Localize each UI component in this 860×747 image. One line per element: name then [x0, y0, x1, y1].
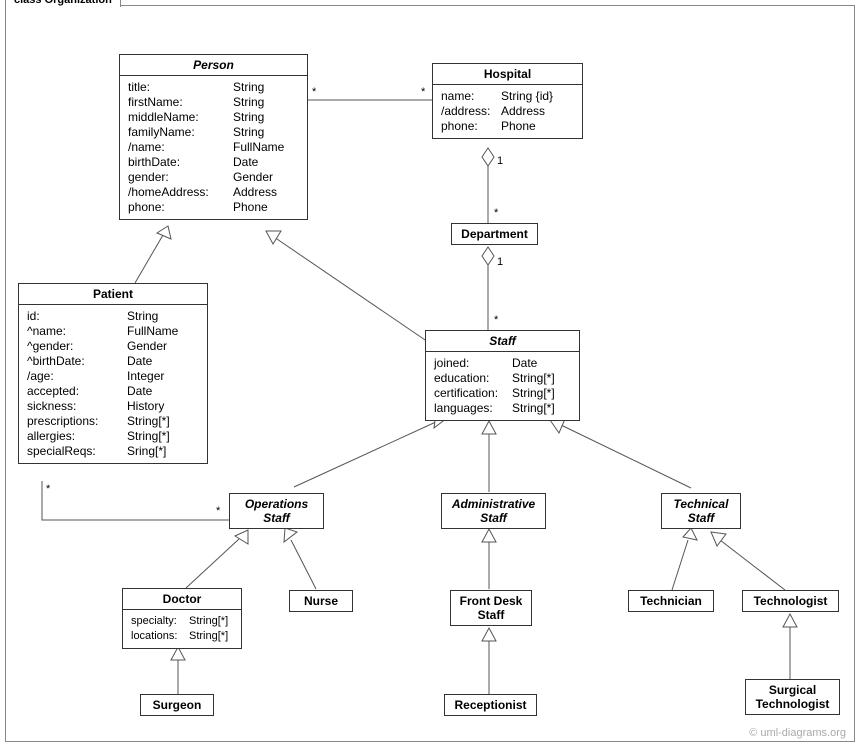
class-title: Doctor — [123, 589, 241, 610]
class-department: Department — [451, 223, 538, 245]
class-title: AdministrativeStaff — [442, 494, 545, 528]
class-surgical-technologist: SurgicalTechnologist — [745, 679, 840, 715]
multiplicity: 1 — [497, 256, 503, 268]
class-title: Front DeskStaff — [451, 591, 531, 625]
class-patient: Patient id:String^name:FullName^gender:G… — [18, 283, 208, 464]
watermark: © uml-diagrams.org — [749, 727, 846, 739]
class-surgeon: Surgeon — [140, 694, 214, 716]
class-title: Staff — [426, 331, 579, 352]
class-attributes: id:String^name:FullName^gender:Gender^bi… — [19, 305, 207, 463]
multiplicity: 1 — [497, 155, 503, 167]
class-title: OperationsStaff — [230, 494, 323, 528]
multiplicity: * — [46, 483, 50, 495]
frame-title: class Organization — [5, 0, 121, 7]
class-attributes: name:String {id}/address:Addressphone:Ph… — [433, 85, 582, 138]
class-operations-staff: OperationsStaff — [229, 493, 324, 529]
multiplicity: * — [494, 314, 498, 326]
class-person: Person title:StringfirstName:Stringmiddl… — [119, 54, 308, 220]
class-technician: Technician — [628, 590, 714, 612]
multiplicity: * — [494, 207, 498, 219]
class-title: Hospital — [433, 64, 582, 85]
class-administrative-staff: AdministrativeStaff — [441, 493, 546, 529]
class-front-desk-staff: Front DeskStaff — [450, 590, 532, 626]
multiplicity: * — [216, 505, 220, 517]
class-doctor: Doctor specialty:String[*]locations:Stri… — [122, 588, 242, 649]
class-title: Person — [120, 55, 307, 76]
class-attributes: specialty:String[*]locations:String[*] — [123, 610, 241, 648]
multiplicity: * — [421, 86, 425, 98]
class-title: Technician — [629, 591, 713, 611]
multiplicity: * — [312, 86, 316, 98]
class-attributes: joined:Dateeducation:String[*]certificat… — [426, 352, 579, 420]
class-technologist: Technologist — [742, 590, 839, 612]
class-title: Receptionist — [445, 695, 536, 715]
class-title: Surgeon — [141, 695, 213, 715]
class-title: Patient — [19, 284, 207, 305]
class-title: TechnicalStaff — [662, 494, 740, 528]
class-receptionist: Receptionist — [444, 694, 537, 716]
class-title: SurgicalTechnologist — [746, 680, 839, 714]
class-hospital: Hospital name:String {id}/address:Addres… — [432, 63, 583, 139]
class-title: Department — [452, 224, 537, 244]
class-attributes: title:StringfirstName:StringmiddleName:S… — [120, 76, 307, 219]
class-technical-staff: TechnicalStaff — [661, 493, 741, 529]
class-nurse: Nurse — [289, 590, 353, 612]
class-staff: Staff joined:Dateeducation:String[*]cert… — [425, 330, 580, 421]
class-title: Nurse — [290, 591, 352, 611]
class-title: Technologist — [743, 591, 838, 611]
